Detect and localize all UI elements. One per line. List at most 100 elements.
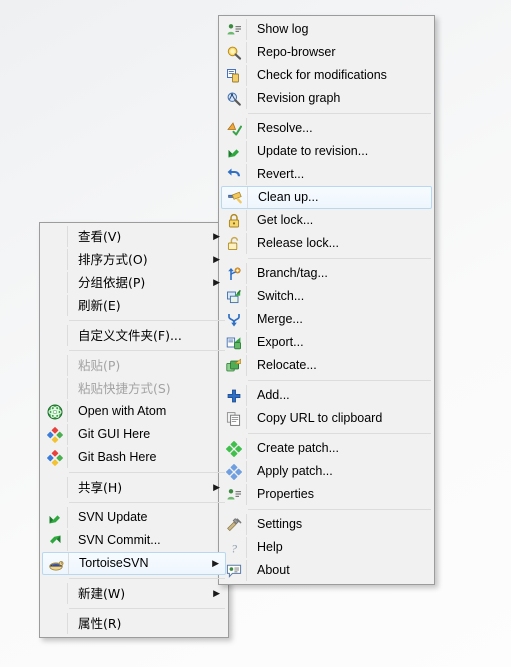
- menu-item-label: Open with Atom: [78, 404, 167, 418]
- menu-item-repo-browser[interactable]: Repo-browser: [221, 41, 432, 64]
- menu-item-label: 共享(H): [78, 480, 123, 495]
- menu-item-查看-v[interactable]: 查看(V) ▶: [42, 225, 226, 248]
- create-patch-icon: [221, 437, 247, 460]
- menu-item-icon-slot: [42, 582, 68, 605]
- submenu-arrow-icon: ▶: [213, 231, 220, 241]
- menu-item-label: 刷新(E): [78, 298, 121, 313]
- menu-item-label: 自定义文件夹(F)...: [78, 328, 182, 343]
- menu-item-刷新-e[interactable]: 刷新(E): [42, 294, 226, 317]
- menu-item-粘贴快捷方式-s: 粘贴快捷方式(S): [42, 377, 226, 400]
- menu-item-revert[interactable]: Revert...: [221, 163, 432, 186]
- menu-item-icon-slot: [42, 354, 68, 377]
- menu-item-粘贴-p: 粘贴(P): [42, 354, 226, 377]
- menu-item-get-lock[interactable]: Get lock...: [221, 209, 432, 232]
- submenu-arrow-icon: ▶: [213, 254, 220, 264]
- menu-item-label: 新建(W): [78, 586, 126, 601]
- menu-item-show-log[interactable]: Show log: [221, 18, 432, 41]
- menu-item-relocate[interactable]: Relocate...: [221, 354, 432, 377]
- menu-item-分组依据-p[interactable]: 分组依据(P) ▶: [42, 271, 226, 294]
- svg-text:?: ?: [231, 541, 237, 555]
- menu-item-tortoisesvn[interactable]: TortoiseSVN ▶: [42, 552, 226, 575]
- menu-item-update-to-revision[interactable]: Update to revision...: [221, 140, 432, 163]
- menu-item-label: 查看(V): [78, 229, 122, 244]
- menu-item-check-for-modifications[interactable]: Check for modifications: [221, 64, 432, 87]
- menu-separator: [248, 509, 431, 510]
- menu-item-icon-slot: [42, 225, 68, 248]
- menu-item-apply-patch[interactable]: Apply patch...: [221, 460, 432, 483]
- menu-item-create-patch[interactable]: Create patch...: [221, 437, 432, 460]
- help-icon: ?: [221, 536, 247, 559]
- menu-item-共享-h[interactable]: 共享(H) ▶: [42, 476, 226, 499]
- menu-item-svn-commit[interactable]: SVN Commit...: [42, 529, 226, 552]
- check-mods-icon: [221, 64, 247, 87]
- menu-item-switch[interactable]: Switch...: [221, 285, 432, 308]
- menu-item-新建-w[interactable]: 新建(W) ▶: [42, 582, 226, 605]
- menu-separator: [248, 433, 431, 434]
- menu-item-icon-slot: [42, 377, 68, 400]
- menu-item-label: 粘贴(P): [78, 358, 121, 373]
- explorer-folder-context-menu[interactable]: 查看(V) ▶ 排序方式(O) ▶ 分组依据(P) ▶ 刷新(E) 自定义文件夹(F)... 粘…: [39, 222, 229, 638]
- settings-icon: [221, 513, 247, 536]
- revert-icon: [221, 163, 247, 186]
- menu-item-label: Repo-browser: [257, 45, 336, 59]
- git-icon: [42, 423, 68, 446]
- update-rev-icon: [221, 140, 247, 163]
- menu-item-merge[interactable]: Merge...: [221, 308, 432, 331]
- menu-item-export[interactable]: Export...: [221, 331, 432, 354]
- menu-item-branch-tag[interactable]: Branch/tag...: [221, 262, 432, 285]
- menu-item-svn-update[interactable]: SVN Update: [42, 506, 226, 529]
- menu-item-properties[interactable]: Properties: [221, 483, 432, 506]
- repo-browser-icon: [221, 41, 247, 64]
- menu-separator: [248, 113, 431, 114]
- menu-item-help[interactable]: ? Help: [221, 536, 432, 559]
- menu-item-icon-slot: [42, 248, 68, 271]
- menu-item-about[interactable]: About: [221, 559, 432, 582]
- git-icon: [42, 446, 68, 469]
- atom-icon: [42, 400, 68, 423]
- tortoise-icon: [43, 552, 69, 575]
- menu-item-git-bash-here[interactable]: Git Bash Here: [42, 446, 226, 469]
- menu-item-label: Properties: [257, 487, 314, 501]
- menu-item-label: 排序方式(O): [78, 252, 148, 267]
- add-icon: [221, 384, 247, 407]
- menu-item-clean-up[interactable]: Clean up...: [221, 186, 432, 209]
- menu-item-label: Switch...: [257, 289, 305, 303]
- menu-item-label: 分组依据(P): [78, 275, 146, 290]
- menu-item-settings[interactable]: Settings: [221, 513, 432, 536]
- menu-item-排序方式-o[interactable]: 排序方式(O) ▶: [42, 248, 226, 271]
- menu-item-add[interactable]: Add...: [221, 384, 432, 407]
- resolve-icon: [221, 117, 247, 140]
- menu-item-label: SVN Update: [78, 510, 148, 524]
- menu-item-open-with-atom[interactable]: Open with Atom: [42, 400, 226, 423]
- lock-closed-icon: [221, 209, 247, 232]
- menu-separator: [248, 380, 431, 381]
- menu-item-label: 属性(R): [78, 616, 122, 631]
- tortoisesvn-submenu[interactable]: Show log Repo-browser Check for modificati…: [218, 15, 435, 585]
- menu-item-resolve[interactable]: Resolve...: [221, 117, 432, 140]
- menu-separator: [69, 320, 225, 321]
- menu-item-label: About: [257, 563, 290, 577]
- properties-icon: [221, 483, 247, 506]
- menu-item-label: Relocate...: [257, 358, 317, 372]
- menu-item-label: Update to revision...: [257, 144, 369, 158]
- menu-item-属性-r[interactable]: 属性(R): [42, 612, 226, 635]
- menu-item-label: SVN Commit...: [78, 533, 161, 547]
- menu-separator: [69, 472, 225, 473]
- menu-item-release-lock[interactable]: Release lock...: [221, 232, 432, 255]
- relocate-icon: [221, 354, 247, 377]
- menu-item-copy-url-to-clipboard[interactable]: Copy URL to clipboard: [221, 407, 432, 430]
- menu-item-自定义文件夹-f[interactable]: 自定义文件夹(F)...: [42, 324, 226, 347]
- menu-item-git-gui-here[interactable]: Git GUI Here: [42, 423, 226, 446]
- submenu-arrow-icon: ▶: [213, 277, 220, 287]
- menu-separator: [69, 502, 225, 503]
- show-log-icon: [221, 18, 247, 41]
- menu-item-label: Create patch...: [257, 441, 339, 455]
- menu-item-label: Check for modifications: [257, 68, 387, 82]
- menu-item-label: Settings: [257, 517, 303, 531]
- menu-item-label: 粘贴快捷方式(S): [78, 381, 171, 396]
- menu-item-icon-slot: [42, 271, 68, 294]
- menu-item-label: Git Bash Here: [78, 450, 157, 464]
- menu-item-revision-graph[interactable]: Revision graph: [221, 87, 432, 110]
- submenu-arrow-icon: ▶: [213, 588, 220, 598]
- menu-item-label: Clean up...: [258, 190, 319, 204]
